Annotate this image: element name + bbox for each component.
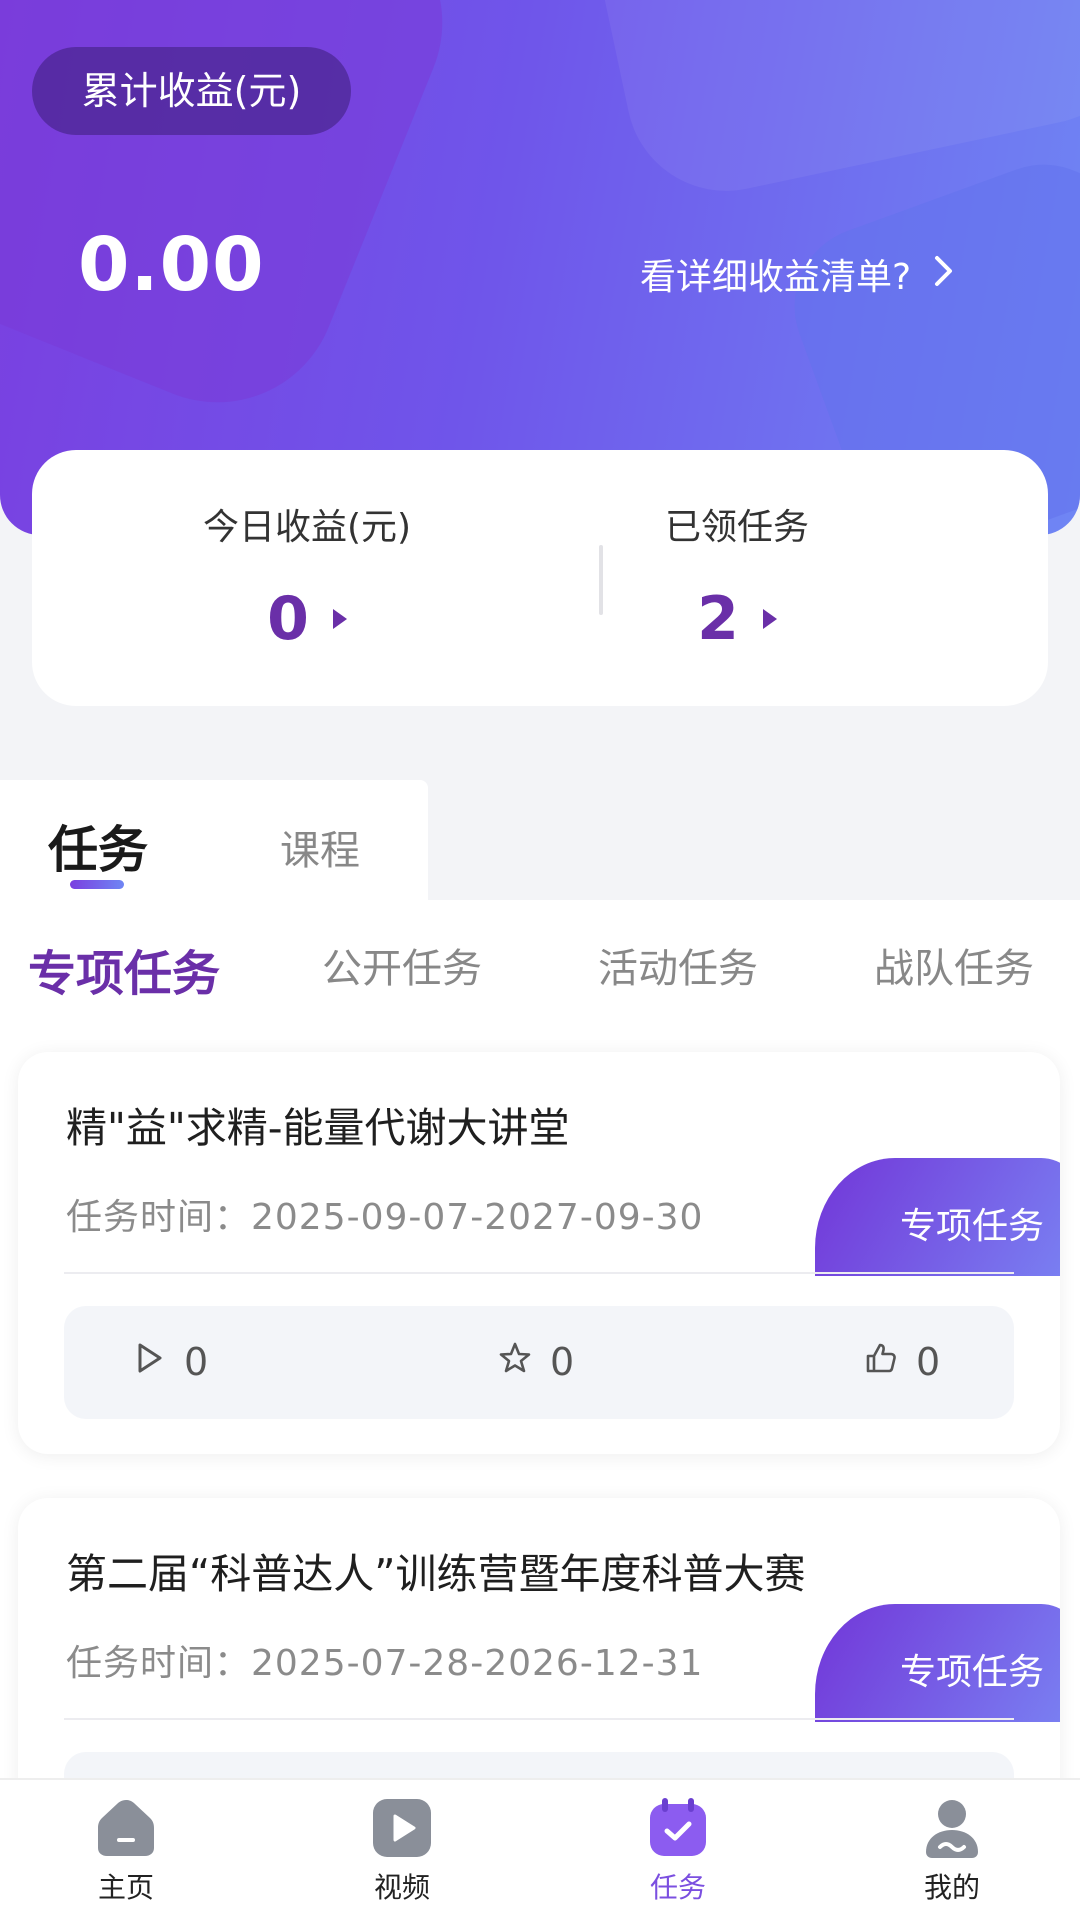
task-calendar-icon (646, 1796, 710, 1860)
star-icon (498, 1340, 532, 1384)
task-type-label: 专项任务 (900, 1652, 1045, 1693)
task-list-panel: 专项任务 公开任务 活动任务 战队任务 精"益"求精-能量代谢大讲堂 任务时间：… (0, 900, 1080, 1900)
subtab-activity[interactable]: 活动任务 (598, 936, 758, 994)
task-time: 任务时间：2025-09-07-2027-09-30 (66, 1197, 704, 1238)
favorites-metric[interactable]: 0 (498, 1340, 574, 1384)
subtab-public[interactable]: 公开任务 (322, 936, 482, 994)
likes-metric[interactable]: 0 (864, 1340, 940, 1384)
today-earnings-stat[interactable]: 今日收益(元) 0 (107, 498, 507, 654)
play-icon (132, 1340, 166, 1384)
claimed-tasks-label: 已领任务 (664, 507, 809, 548)
claimed-tasks-stat[interactable]: 已领任务 2 (537, 498, 937, 654)
bottom-nav: 主页 视频 任务 我的 (0, 1778, 1080, 1922)
home-icon (94, 1796, 158, 1860)
plays-count: 0 (184, 1340, 209, 1384)
task-card[interactable]: 精"益"求精-能量代谢大讲堂 任务时间：2025-09-07-2027-09-3… (18, 1052, 1060, 1454)
subtab-bar: 专项任务 公开任务 活动任务 战队任务 (0, 900, 1080, 1020)
nav-home-label: 主页 (97, 1871, 154, 1904)
likes-count: 0 (916, 1340, 941, 1384)
nav-profile[interactable]: 我的 (872, 1796, 1032, 1906)
task-title: 第二届“科普达人”训练营暨年度科普大赛 (66, 1550, 806, 1598)
stats-card: 今日收益(元) 0 已领任务 2 (32, 450, 1048, 706)
nav-tasks[interactable]: 任务 (598, 1796, 758, 1906)
nav-home[interactable]: 主页 (46, 1796, 206, 1906)
tab-tasks[interactable]: 任务 (48, 810, 148, 882)
task-time: 任务时间：2025-07-28-2026-12-31 (66, 1643, 704, 1684)
profile-icon (920, 1796, 984, 1860)
earnings-detail-link[interactable]: 看详细收益清单? (640, 248, 955, 300)
tab-indicator (70, 880, 124, 889)
video-icon (370, 1796, 434, 1860)
divider (64, 1272, 1014, 1274)
today-earnings-value: 0 (267, 584, 309, 654)
task-metrics: 0 0 0 (64, 1306, 1014, 1419)
task-type-label: 专项任务 (900, 1206, 1045, 1247)
chevron-right-icon (933, 254, 955, 295)
today-earnings-label: 今日收益(元) (202, 507, 412, 548)
task-title: 精"益"求精-能量代谢大讲堂 (66, 1104, 570, 1152)
thumbs-up-icon (864, 1340, 898, 1384)
subtab-special[interactable]: 专项任务 (28, 934, 220, 1004)
favorites-count: 0 (550, 1340, 575, 1384)
play-arrow-icon (332, 609, 347, 629)
tab-courses[interactable]: 课程 (280, 818, 360, 876)
nav-tasks-label: 任务 (649, 1871, 706, 1904)
nav-video-label: 视频 (373, 1871, 430, 1904)
subtab-team[interactable]: 战队任务 (874, 936, 1034, 994)
total-earnings-label: 累计收益(元) (32, 47, 351, 135)
total-earnings-value: 0.00 (78, 222, 265, 308)
claimed-tasks-value: 2 (697, 584, 739, 654)
divider (64, 1718, 1014, 1720)
plays-metric: 0 (132, 1340, 208, 1384)
nav-profile-label: 我的 (923, 1871, 980, 1904)
play-arrow-icon (762, 609, 777, 629)
earnings-detail-label: 看详细收益清单? (640, 257, 912, 298)
nav-video[interactable]: 视频 (322, 1796, 482, 1906)
